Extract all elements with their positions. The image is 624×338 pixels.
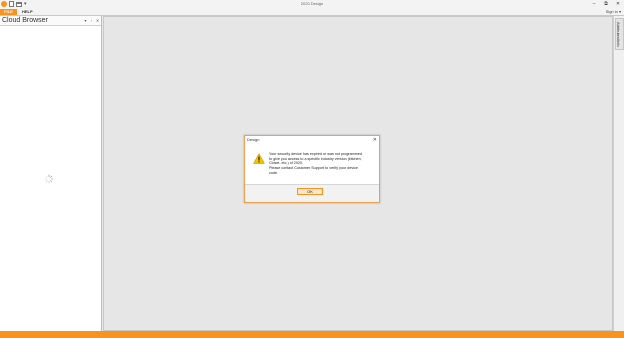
panel-float-icon[interactable]: ▫ <box>89 18 94 24</box>
minimize-button[interactable]: – <box>588 0 600 9</box>
dialog-message-line: Your security device has expired or was … <box>269 152 362 156</box>
warning-icon <box>253 153 265 164</box>
title-bar: ▾ 2020 Design – ⧉ ✕ <box>0 0 624 9</box>
ok-button[interactable]: OK <box>297 188 323 195</box>
panel-title: Cloud Browser <box>2 17 48 24</box>
panel-menu-icon[interactable]: ▾ <box>83 18 88 24</box>
dialog-message-line: code. <box>269 170 279 175</box>
tab-file[interactable]: FILE <box>0 9 17 15</box>
window-title: 2020 Design <box>300 1 324 6</box>
tab-help[interactable]: HELP <box>22 9 33 15</box>
restore-button[interactable]: ⧉ <box>600 0 612 9</box>
close-window-button[interactable]: ✕ <box>612 0 624 9</box>
dialog-title: Design <box>247 137 260 142</box>
security-warning-dialog: Design ✕ Your security device has expire… <box>244 135 380 203</box>
dialog-title-bar: Design ✕ <box>245 136 379 144</box>
attributes-info-tab[interactable]: Attributes/Info <box>615 18 624 50</box>
sign-in-link[interactable]: Sign in ▾ <box>606 9 621 15</box>
right-side-strip: Attributes/Info <box>613 16 624 331</box>
dialog-body: Your security device has expired or was … <box>245 144 379 185</box>
panel-header: Cloud Browser ▾ ▫ ✕ <box>0 16 101 26</box>
dialog-message-line: Please contact Customer Support to verif… <box>269 166 358 171</box>
loading-spinner-icon <box>44 174 54 184</box>
cloud-browser-panel: Cloud Browser ▾ ▫ ✕ <box>0 16 102 331</box>
dialog-message: Your security device has expired or was … <box>269 152 373 176</box>
status-bar <box>0 331 624 338</box>
panel-close-icon[interactable]: ✕ <box>95 18 100 24</box>
ribbon-tab-row: FILE HELP Sign in ▾ <box>0 9 624 16</box>
dialog-close-icon[interactable]: ✕ <box>373 137 377 143</box>
